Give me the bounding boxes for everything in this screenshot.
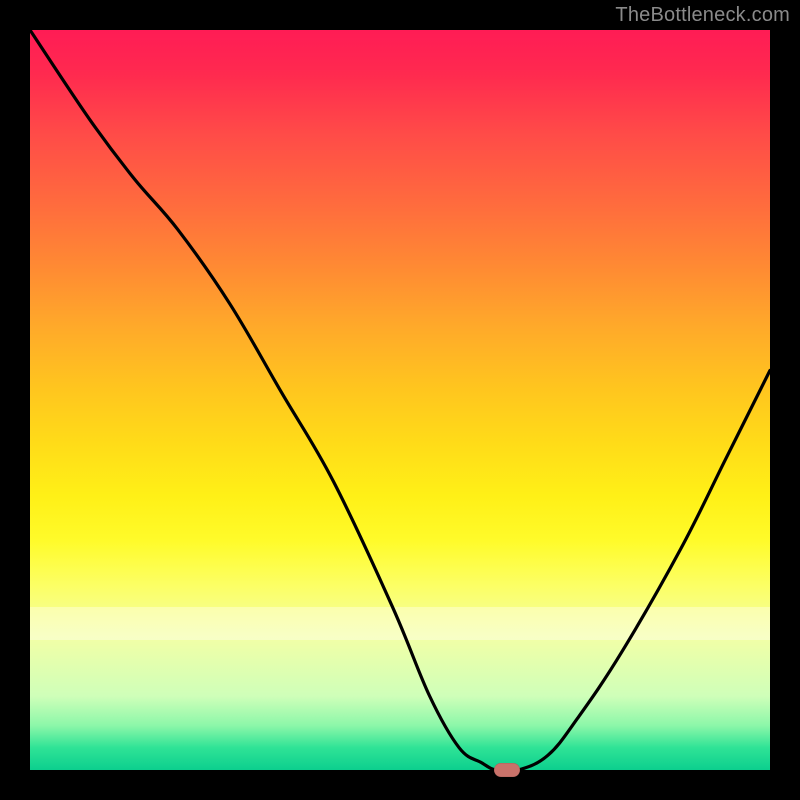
bottleneck-curve [30,30,770,770]
curve-layer [30,30,770,770]
plot-area [30,30,770,770]
optimum-marker [494,763,520,777]
chart-frame: TheBottleneck.com [0,0,800,800]
watermark-text: TheBottleneck.com [615,4,790,27]
